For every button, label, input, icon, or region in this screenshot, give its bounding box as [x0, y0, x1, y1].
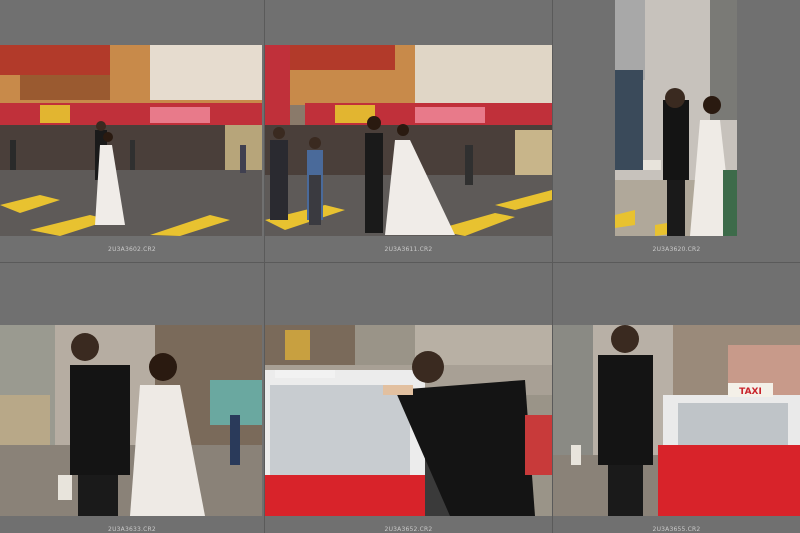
- photo-thumbnail[interactable]: [615, 0, 737, 236]
- photo-thumbnail[interactable]: [0, 45, 262, 236]
- thumbnail-filename: 2U3A3652.CR2: [384, 526, 433, 533]
- thumbnail-filename: 2U3A3655.CR2: [652, 526, 701, 533]
- photo-thumbnail[interactable]: [265, 325, 552, 516]
- grid-cell[interactable]: 2U3A3633.CR2: [0, 263, 264, 533]
- thumbnail-filename: 2U3A3602.CR2: [108, 246, 156, 253]
- photo-thumbnail[interactable]: [265, 45, 552, 236]
- thumbnail-grid: 2U3A3602.CR2 2U3A3611.CR2 2U3A3620.CR2 2…: [0, 0, 800, 533]
- thumbnail-filename: 2U3A3611.CR2: [384, 246, 433, 253]
- grid-cell[interactable]: 2U3A3620.CR2: [553, 0, 800, 262]
- thumbnail-filename: 2U3A3633.CR2: [108, 526, 156, 533]
- photo-thumbnail[interactable]: TAXI: [553, 325, 800, 516]
- street-scene-image: [265, 45, 552, 236]
- grid-cell[interactable]: 2U3A3602.CR2: [0, 0, 264, 262]
- grid-cell[interactable]: 2U3A3652.CR2: [265, 263, 552, 533]
- taxi-scene-image: [265, 325, 552, 516]
- taxi-walk-image: TAXI: [553, 325, 800, 516]
- grid-cell[interactable]: 2U3A3611.CR2: [265, 0, 552, 262]
- street-scene-image: [0, 45, 262, 236]
- taxi-sign-text: TAXI: [739, 387, 762, 397]
- grid-cell[interactable]: TAXI 2U3A3655.CR2: [553, 263, 800, 533]
- couple-street-image: [0, 325, 262, 516]
- thumbnail-filename: 2U3A3620.CR2: [652, 246, 701, 253]
- photo-thumbnail[interactable]: [0, 325, 262, 516]
- street-portrait-image: [615, 0, 737, 236]
